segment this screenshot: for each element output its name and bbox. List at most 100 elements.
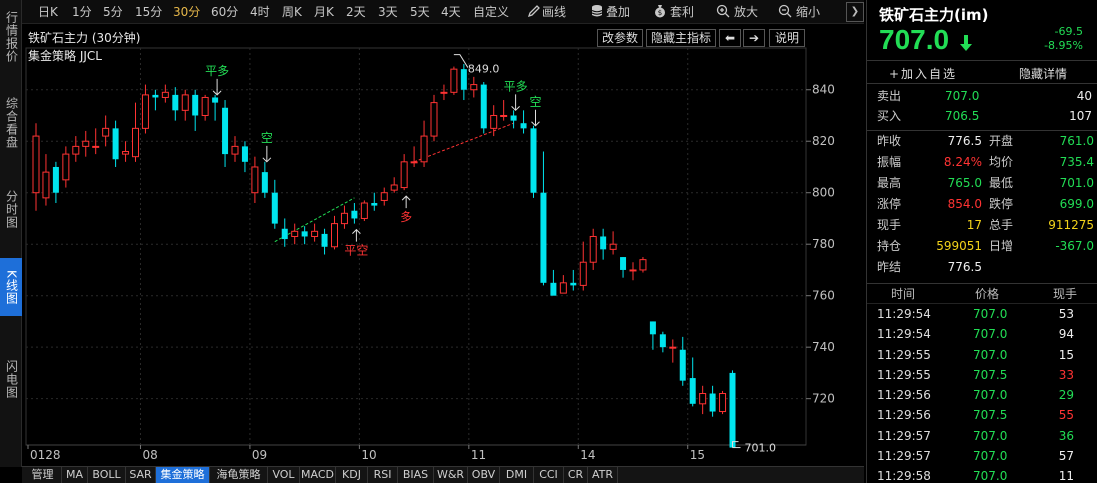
candle-body bbox=[132, 127, 139, 158]
indicator-tab[interactable]: 管理 bbox=[24, 467, 62, 483]
signal-arrow-down bbox=[531, 109, 540, 127]
stat-label: 最低 bbox=[989, 176, 1014, 190]
y-tick-label: 780 bbox=[812, 237, 835, 251]
bid-volume: 107 bbox=[1069, 109, 1092, 123]
candle-body bbox=[291, 230, 299, 237]
panel-button-bar: +加入自选 隐藏详情 bbox=[867, 60, 1097, 84]
indicator-tab[interactable]: RSI bbox=[368, 467, 398, 483]
candle-body bbox=[192, 94, 199, 116]
price-change: -69.5 -8.95% bbox=[1044, 25, 1083, 53]
tick-vol: 55 bbox=[1058, 408, 1074, 423]
bid-price: 706.5 bbox=[945, 109, 980, 123]
tick-header: 时间 价格 现手 bbox=[867, 284, 1097, 304]
stat-value: 701.0 bbox=[1059, 176, 1094, 190]
tick-row: 11:29:54 707.0 94 bbox=[867, 324, 1097, 344]
candle-body bbox=[559, 282, 567, 294]
stat-value: 735.4 bbox=[1059, 155, 1094, 169]
candle-body bbox=[430, 102, 438, 137]
instrument-name: 铁矿石主力(im) bbox=[879, 6, 989, 24]
tick-price: 707.0 bbox=[973, 327, 1008, 342]
tick-time: 11:29:54 bbox=[877, 327, 931, 342]
stat-value: 17 bbox=[966, 218, 982, 232]
candle-body bbox=[301, 231, 308, 237]
x-tick-label: 15 bbox=[690, 448, 705, 462]
high-price-label: 849.0 bbox=[468, 63, 500, 76]
stat-row: 振幅 8.24% 均价 735.4 bbox=[867, 152, 1097, 173]
candle-body bbox=[331, 223, 338, 248]
indicator-tab[interactable]: OBV bbox=[468, 467, 500, 483]
signal-label: 空 bbox=[261, 131, 273, 145]
ask-volume: 40 bbox=[1076, 89, 1092, 103]
ask-row: 卖出 707.0 40 bbox=[867, 86, 1097, 106]
bid-row: 买入 706.5 107 bbox=[867, 106, 1097, 126]
indicator-tab[interactable]: CCI bbox=[534, 467, 564, 483]
x-tick-label: 08 bbox=[142, 448, 157, 462]
candle-body bbox=[639, 259, 647, 271]
tick-price: 707.5 bbox=[973, 367, 1008, 382]
signal-arrow-down bbox=[212, 78, 222, 96]
tick-price: 707.0 bbox=[973, 449, 1008, 464]
candle-body bbox=[212, 97, 219, 103]
stat-label: 跌停 bbox=[989, 197, 1014, 211]
stat-label: 现手 bbox=[877, 218, 902, 232]
tick-price: 707.0 bbox=[973, 307, 1008, 321]
indicator-tab[interactable]: DMI bbox=[500, 467, 534, 483]
indicator-tab[interactable]: VOL bbox=[268, 467, 300, 483]
tick-time: 11:29:57 bbox=[877, 428, 931, 443]
indicator-tab[interactable]: 海龟策略 bbox=[210, 467, 268, 483]
stat-value: 8.24% bbox=[943, 155, 982, 169]
indicator-tab[interactable]: KDJ bbox=[336, 467, 368, 483]
candle-body bbox=[470, 84, 478, 91]
tick-vol: 11 bbox=[1058, 469, 1074, 483]
indicator-tab[interactable]: MA bbox=[62, 467, 88, 483]
indicator-tab[interactable]: ATR bbox=[588, 467, 618, 483]
candle-body bbox=[699, 393, 707, 405]
indicator-tab[interactable]: W&R bbox=[434, 467, 468, 483]
tick-row: 11:29:56 707.0 29 bbox=[867, 385, 1097, 405]
candle-body bbox=[172, 94, 179, 111]
candle-body bbox=[62, 153, 70, 181]
stat-value: 765.0 bbox=[947, 176, 982, 190]
add-watchlist-button[interactable]: +加入自选 bbox=[889, 65, 957, 82]
indicator-tab[interactable]: BOLL bbox=[88, 467, 126, 483]
candle-body bbox=[450, 68, 458, 93]
stat-value: 599051 bbox=[936, 239, 982, 253]
candle-body bbox=[181, 94, 189, 111]
candle-body bbox=[510, 115, 517, 121]
stat-label: 总手 bbox=[989, 218, 1014, 232]
y-tick-label: 760 bbox=[812, 289, 835, 303]
indicator-tab[interactable]: 集金策略 bbox=[156, 467, 210, 483]
tick-header-price: 价格 bbox=[975, 287, 1000, 301]
candle-body bbox=[261, 172, 268, 193]
indicator-tab[interactable]: MACD bbox=[300, 467, 336, 483]
signal-label: 平多 bbox=[205, 64, 229, 78]
stat-value: -367.0 bbox=[1055, 239, 1094, 253]
tick-row: 11:29:55 707.0 15 bbox=[867, 345, 1097, 365]
candle-body bbox=[321, 233, 328, 247]
signal-arrow-down bbox=[511, 94, 520, 112]
candle-body bbox=[271, 192, 278, 224]
x-tick-label: 11 bbox=[471, 448, 486, 462]
kline-chart[interactable]: 720 740 760 780 800 820 840 0128 08 09 10 11 14 15 平多空… bbox=[0, 0, 866, 466]
candle-body bbox=[201, 96, 209, 116]
candle-body bbox=[340, 212, 348, 225]
candle-body bbox=[281, 228, 288, 240]
quote-stats: 昨收 776.5 开盘 761.0 振幅 8.24% 均价 735.4 最高 765.0 最低 701… bbox=[867, 130, 1097, 278]
stat-row: 最高 765.0 最低 701.0 bbox=[867, 173, 1097, 194]
candle-body bbox=[410, 161, 418, 164]
stat-value: 776.5 bbox=[947, 260, 982, 274]
candle-body bbox=[659, 334, 666, 348]
hide-detail-button[interactable]: 隐藏详情 bbox=[1019, 65, 1067, 82]
stat-label: 最高 bbox=[877, 176, 902, 190]
indicator-tab[interactable]: CR bbox=[564, 467, 588, 483]
y-tick-label: 800 bbox=[812, 186, 835, 200]
indicator-tab[interactable]: SAR bbox=[126, 467, 156, 483]
low-price-label: 701.0 bbox=[745, 442, 777, 455]
candle-body bbox=[460, 69, 467, 90]
change-value: -69.5 bbox=[1054, 25, 1083, 38]
candle-body bbox=[161, 91, 169, 98]
candle-body bbox=[600, 236, 607, 250]
tick-time: 11:29:55 bbox=[877, 347, 931, 362]
candle-body bbox=[729, 372, 736, 448]
indicator-tab[interactable]: BIAS bbox=[398, 467, 434, 483]
